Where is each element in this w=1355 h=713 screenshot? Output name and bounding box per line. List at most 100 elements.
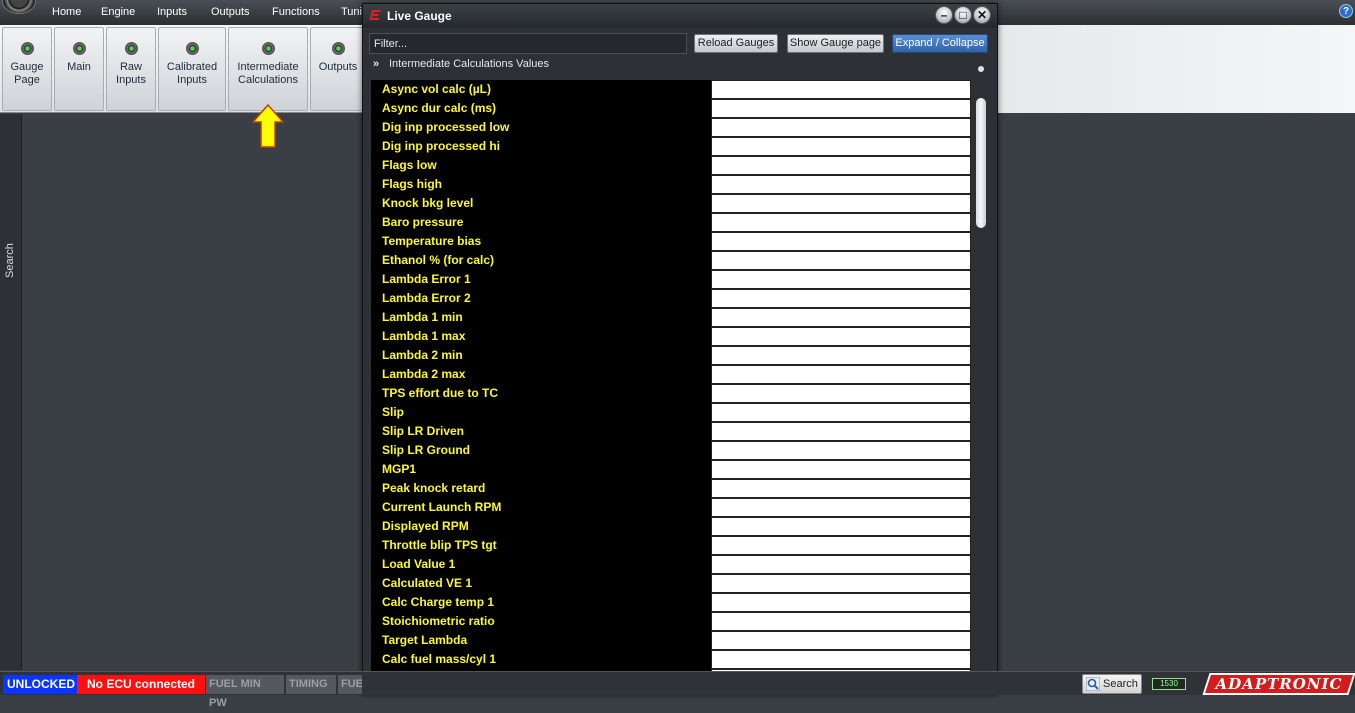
- ribbon-gauge-page-button[interactable]: Gauge Page: [2, 27, 52, 111]
- gauge-row-value: [711, 555, 971, 574]
- gauge-row-value: [711, 270, 971, 289]
- gauge-row-value: [711, 479, 971, 498]
- gauge-row-label: Async dur calc (ms): [371, 99, 711, 118]
- gauge-row-value: [711, 289, 971, 308]
- gauge-row-value: [711, 631, 971, 650]
- gauge-row-value: [711, 251, 971, 270]
- gauge-row: Dig inp processed low: [371, 118, 973, 137]
- menu-tuning[interactable]: Tuni: [341, 6, 362, 18]
- search-sidebar[interactable]: Search: [0, 114, 22, 670]
- gauge-row-value: [711, 137, 971, 156]
- gauge-row-label: Flags high: [371, 175, 711, 194]
- gauge-row-value: [711, 118, 971, 137]
- status-tab-timing[interactable]: TIMING: [286, 675, 336, 694]
- ribbon-label: Intermediate: [237, 61, 299, 73]
- gauge-row-label: Slip: [371, 403, 711, 422]
- group-title: Intermediate Calculations Values: [389, 58, 549, 70]
- gauge-row-value: [711, 327, 971, 346]
- gauge-row-label: Calculated VE 1: [371, 574, 711, 593]
- gauge-row-label: Temperature bias: [371, 232, 711, 251]
- gauge-row-value: [711, 574, 971, 593]
- app-logo-icon: [369, 10, 382, 20]
- gauge-table: Async vol calc (µL) Async dur calc (ms) Di…: [371, 80, 973, 688]
- close-icon[interactable]: ✕: [973, 6, 991, 24]
- battery-icon: 1530: [1152, 678, 1186, 690]
- gauge-row-label: Lambda 2 max: [371, 365, 711, 384]
- status-tab-fuel[interactable]: FUE: [338, 675, 362, 694]
- gauge-row-label: Lambda Error 2: [371, 289, 711, 308]
- gauge-row: Knock bkg level: [371, 194, 973, 213]
- status-tab-fuel-min-pw[interactable]: FUEL MIN PW: [206, 675, 284, 709]
- ribbon-empty-area: [995, 25, 1355, 113]
- gauge-row-value: [711, 194, 971, 213]
- gauge-row: Temperature bias: [371, 232, 973, 251]
- gauge-row: MGP1: [371, 460, 973, 479]
- scroll-up-icon[interactable]: [978, 66, 984, 72]
- menu-engine[interactable]: Engine: [101, 6, 135, 18]
- gauge-row-value: [711, 460, 971, 479]
- gauge-row-label: Lambda 1 min: [371, 308, 711, 327]
- ribbon-label: Inputs: [177, 74, 207, 86]
- ribbon-main-button[interactable]: Main: [54, 27, 104, 111]
- ribbon-intermediate-calculations-button[interactable]: Intermediate Calculations: [228, 27, 308, 111]
- help-icon[interactable]: ?: [1339, 4, 1353, 18]
- gauge-row-label: Current Launch RPM: [371, 498, 711, 517]
- gauge-row-label: Flags low: [371, 156, 711, 175]
- app-logo[interactable]: [2, 0, 36, 14]
- ecu-status-badge: No ECU connected: [77, 675, 205, 694]
- gauge-row: Lambda Error 2: [371, 289, 973, 308]
- reload-gauges-button[interactable]: Reload Gauges: [694, 34, 778, 53]
- gauge-row: Dig inp processed hi: [371, 137, 973, 156]
- live-gauge-window: Live Gauge – □ ✕ Reload Gauges Show Gaug…: [362, 3, 998, 695]
- gauge-row: Peak knock retard: [371, 479, 973, 498]
- gauge-row: Slip LR Ground: [371, 441, 973, 460]
- gauge-row-value: [711, 308, 971, 327]
- gauge-row: Lambda 1 min: [371, 308, 973, 327]
- minimize-icon[interactable]: –: [935, 6, 953, 24]
- gauge-row: Throttle blip TPS tgt: [371, 536, 973, 555]
- gauge-row-label: Dig inp processed low: [371, 118, 711, 137]
- ribbon-label: Main: [67, 61, 91, 73]
- filter-input[interactable]: [369, 33, 687, 54]
- status-bar: UNLOCKED No ECU connected FUEL MIN PW TI…: [0, 671, 1355, 709]
- gauge-row: Slip: [371, 403, 973, 422]
- adaptronic-logo: ADAPTRONIC: [1202, 673, 1355, 695]
- show-gauge-page-button[interactable]: Show Gauge page: [787, 34, 884, 53]
- gauge-icon: [72, 42, 86, 55]
- group-header[interactable]: » Intermediate Calculations Values: [373, 58, 549, 74]
- ribbon-raw-inputs-button[interactable]: Raw Inputs: [106, 27, 156, 111]
- gauge-icon: [261, 42, 275, 55]
- gauge-row: Stoichiometric ratio: [371, 612, 973, 631]
- ribbon-outputs-button[interactable]: Outputs: [310, 27, 366, 111]
- scrollbar-thumb[interactable]: [976, 98, 986, 228]
- ribbon-calibrated-inputs-button[interactable]: Calibrated Inputs: [158, 27, 226, 111]
- expand-collapse-button[interactable]: Expand / Collapse: [892, 34, 988, 53]
- gauge-row-label: Lambda Error 1: [371, 270, 711, 289]
- gauge-row-value: [711, 384, 971, 403]
- menu-inputs[interactable]: Inputs: [157, 6, 187, 18]
- gauge-row-label: Calc fuel mass/cyl 1: [371, 650, 711, 669]
- gauge-row: Flags low: [371, 156, 973, 175]
- window-titlebar[interactable]: Live Gauge – □ ✕: [363, 4, 997, 28]
- gauge-row: Slip LR Driven: [371, 422, 973, 441]
- gauge-row-value: [711, 213, 971, 232]
- window-title: Live Gauge: [387, 9, 452, 23]
- menu-outputs[interactable]: Outputs: [211, 6, 250, 18]
- gauge-row-value: [711, 593, 971, 612]
- gauge-row: Calculated VE 1: [371, 574, 973, 593]
- search-button-label: Search: [1103, 678, 1138, 690]
- gauge-row-label: Knock bkg level: [371, 194, 711, 213]
- gauge-row-value: [711, 99, 971, 118]
- vertical-scrollbar[interactable]: [973, 60, 989, 692]
- gauge-row-label: Calc Charge temp 1: [371, 593, 711, 612]
- menu-home[interactable]: Home: [52, 6, 81, 18]
- gauge-row: Async vol calc (µL): [371, 80, 973, 99]
- gauge-row-value: [711, 403, 971, 422]
- gauge-row-label: Slip LR Driven: [371, 422, 711, 441]
- search-button[interactable]: Search: [1082, 674, 1142, 694]
- maximize-icon[interactable]: □: [954, 6, 972, 24]
- gauge-row-label: Async vol calc (µL): [371, 80, 711, 99]
- gauge-row-value: [711, 80, 971, 99]
- gauge-row-value: [711, 536, 971, 555]
- menu-functions[interactable]: Functions: [272, 6, 320, 18]
